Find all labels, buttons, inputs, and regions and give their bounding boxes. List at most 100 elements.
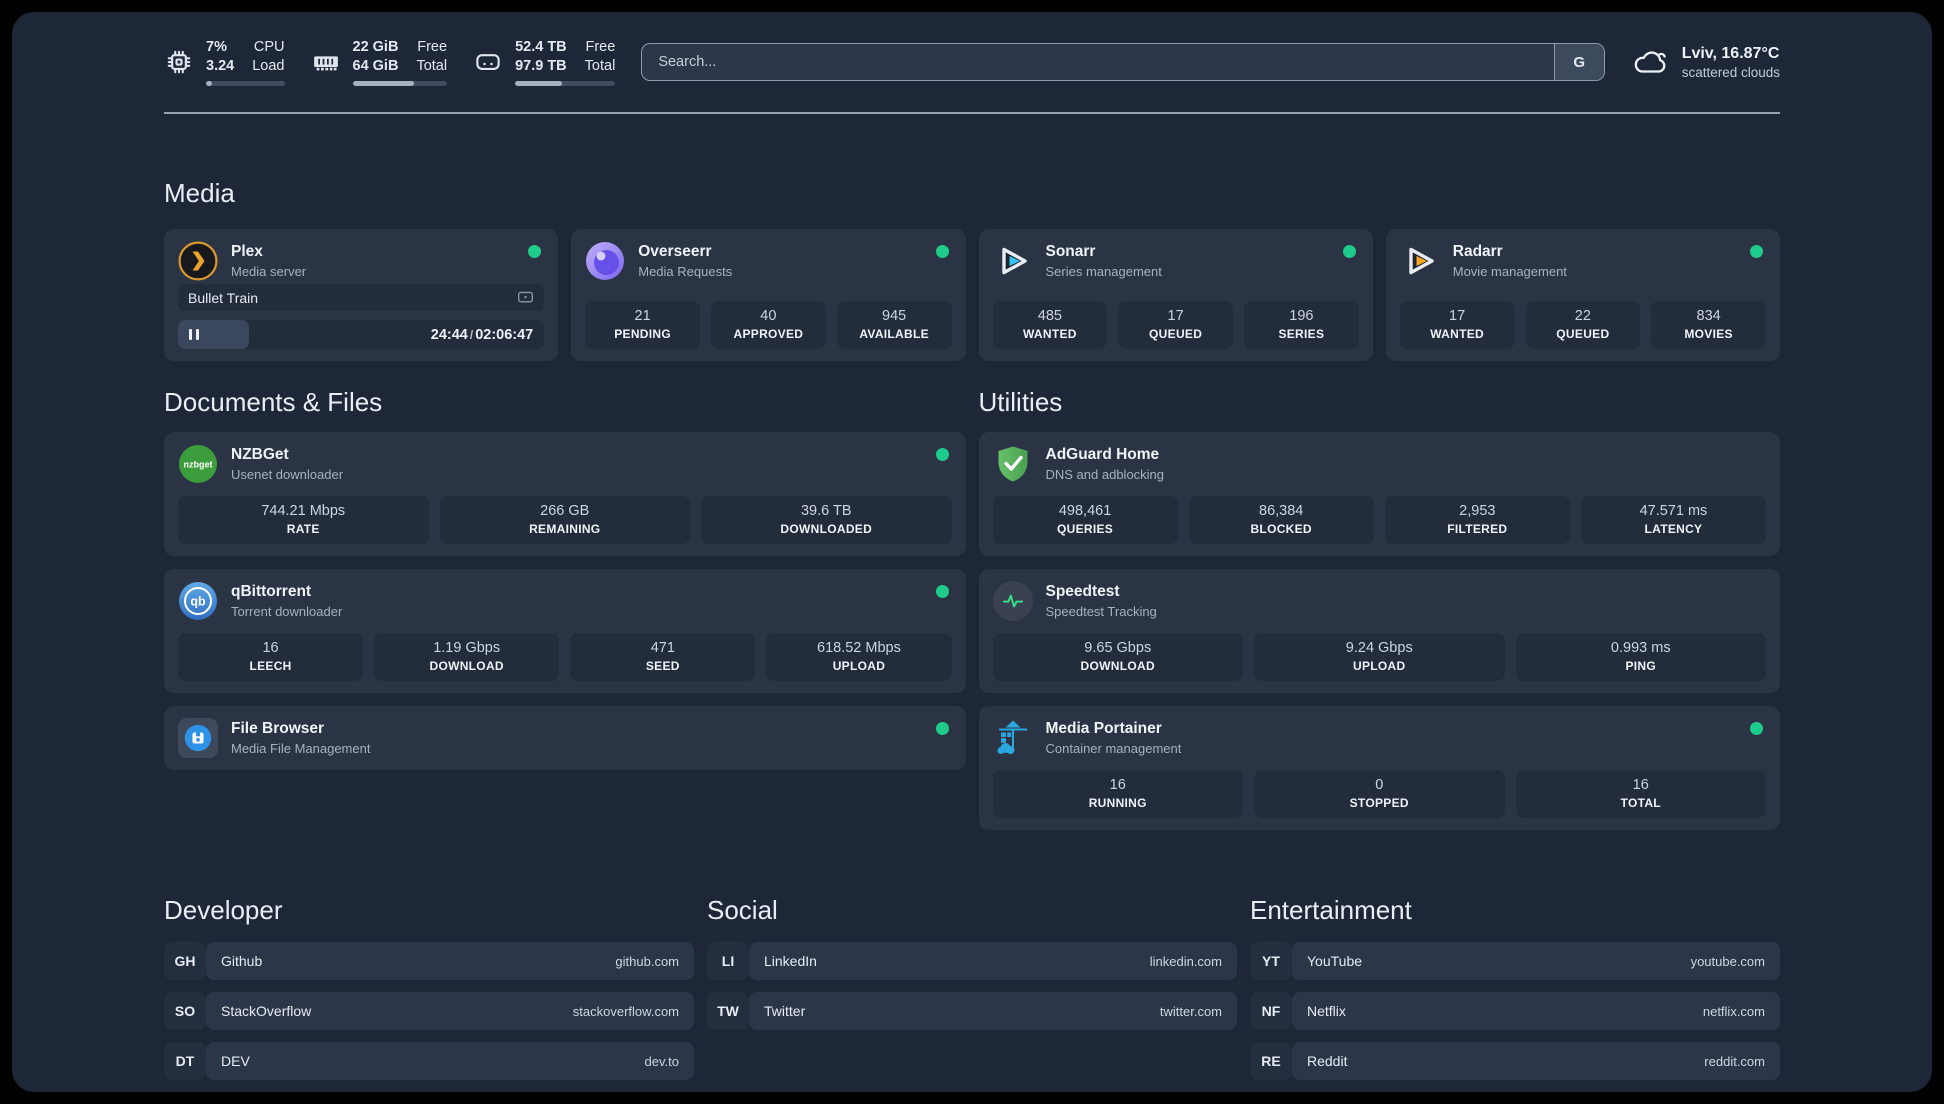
filebrowser-subtitle: Media File Management xyxy=(231,741,371,757)
speedtest-subtitle: Speedtest Tracking xyxy=(1045,604,1157,620)
portainer-icon xyxy=(993,718,1033,758)
stat-box: 0.993 ms PING xyxy=(1515,633,1766,682)
weather-widget: Lviv, 16.87°C scattered clouds xyxy=(1631,45,1780,80)
overseerr-icon xyxy=(585,241,625,281)
search-engine-button[interactable]: G xyxy=(1553,44,1604,81)
nzbget-subtitle: Usenet downloader xyxy=(231,467,344,483)
link-tag: GH xyxy=(164,942,206,981)
memory-values: 22 GiB 64 GiB xyxy=(352,39,399,75)
qbittorrent-subtitle: Torrent downloader xyxy=(231,604,343,620)
stat-box: 945 AVAILABLE xyxy=(836,301,952,350)
link-name: Reddit xyxy=(1307,1053,1348,1070)
stat-box: 22 QUEUED xyxy=(1525,301,1641,350)
overseerr-subtitle: Media Requests xyxy=(638,264,733,280)
sonarr-card[interactable]: Sonarr Series management 485 WANTED 17 Q… xyxy=(978,229,1373,362)
plex-icon xyxy=(178,241,218,281)
disk-metric: 52.4 TB 97.9 TB Free Total xyxy=(473,38,616,87)
stat-box: 485 WANTED xyxy=(992,301,1108,350)
radarr-icon xyxy=(1400,241,1440,281)
filebrowser-card[interactable]: File Browser Media File Management xyxy=(164,706,966,771)
weather-condition: scattered clouds xyxy=(1681,64,1780,80)
link-tag: NF xyxy=(1250,992,1292,1031)
link-youtube[interactable]: YT YouTube youtube.com xyxy=(1250,942,1780,981)
radarr-title: Radarr xyxy=(1452,243,1503,261)
link-netflix[interactable]: NF Netflix netflix.com xyxy=(1250,992,1780,1031)
link-stackoverflow[interactable]: SO StackOverflow stackoverflow.com xyxy=(164,992,694,1031)
playback-time: 24:44/02:06:47 xyxy=(430,326,534,343)
link-tag: SO xyxy=(164,992,206,1031)
link-name: Netflix xyxy=(1307,1003,1346,1020)
entertainment-links: Entertainment YT YouTube youtube.com NF … xyxy=(1250,895,1780,1092)
link-url: github.com xyxy=(615,953,679,969)
memory-metric: 22 GiB 64 GiB Free Total xyxy=(311,38,448,87)
svg-text:qb: qb xyxy=(190,595,206,609)
qbittorrent-status-dot xyxy=(935,585,949,599)
link-name: Github xyxy=(221,953,263,970)
sonarr-title: Sonarr xyxy=(1045,243,1096,261)
cpu-icon xyxy=(164,47,194,77)
link-twitter[interactable]: TW Twitter twitter.com xyxy=(707,992,1237,1031)
portainer-status-dot xyxy=(1750,722,1763,736)
link-url: netflix.com xyxy=(1702,1003,1765,1019)
search-input[interactable] xyxy=(642,44,1554,81)
documents-column: Documents & Files nzbget NZBGet Usenet d xyxy=(164,361,966,843)
weather-location-temp: Lviv, 16.87°C xyxy=(1681,44,1780,62)
section-title-developer: Developer xyxy=(164,895,283,926)
filebrowser-status-dot xyxy=(935,722,949,736)
qbittorrent-icon: qb xyxy=(178,581,218,621)
cpu-metric: 7% 3.24 CPU Load xyxy=(164,38,285,87)
plex-card[interactable]: Plex Media server Bullet Train 24:44 / 0… xyxy=(164,229,559,362)
nzbget-card[interactable]: nzbget NZBGet Usenet downloader 744.21 M… xyxy=(164,432,966,557)
nzbget-title: NZBGet xyxy=(231,446,289,464)
radarr-status-dot xyxy=(1750,245,1763,259)
memory-icon xyxy=(311,47,341,77)
stat-box: 16 TOTAL xyxy=(1515,770,1766,819)
plex-title: Plex xyxy=(231,243,263,261)
link-dev[interactable]: DT DEV dev.to xyxy=(164,1042,694,1081)
link-tag: DT xyxy=(164,1042,206,1081)
link-linkedin[interactable]: LI LinkedIn linkedin.com xyxy=(707,942,1237,981)
overseerr-card[interactable]: Overseerr Media Requests 21 PENDING 40 A… xyxy=(571,229,966,362)
svg-text:nzbget: nzbget xyxy=(184,460,213,470)
nzbget-status-dot xyxy=(935,448,949,462)
stat-box: 1.19 Gbps DOWNLOAD xyxy=(374,633,560,682)
link-reddit[interactable]: RE Reddit reddit.com xyxy=(1250,1042,1780,1081)
stat-box: 21 PENDING xyxy=(585,301,700,350)
overseerr-title: Overseerr xyxy=(638,243,712,261)
link-url: stackoverflow.com xyxy=(572,1003,679,1019)
filebrowser-title: File Browser xyxy=(231,720,325,738)
radarr-card[interactable]: Radarr Movie management 17 WANTED 22 QUE… xyxy=(1385,229,1780,362)
portainer-title: Media Portainer xyxy=(1045,720,1162,738)
adguard-title: AdGuard Home xyxy=(1045,446,1160,464)
stat-box: 498,461 QUERIES xyxy=(992,496,1178,545)
social-links: Social LI LinkedIn linkedin.com TW Twitt… xyxy=(707,895,1237,1092)
stat-box: 16 RUNNING xyxy=(992,770,1243,819)
stat-box: 9.65 Gbps DOWNLOAD xyxy=(992,633,1243,682)
adguard-card[interactable]: AdGuard Home DNS and adblocking 498,461 … xyxy=(978,432,1780,557)
media-cards-row: Plex Media server Bullet Train 24:44 / 0… xyxy=(164,229,1780,362)
portainer-subtitle: Container management xyxy=(1045,741,1182,757)
speedtest-card[interactable]: Speedtest Speedtest Tracking 9.65 Gbps D… xyxy=(978,569,1780,694)
stat-box: 471 SEED xyxy=(570,633,756,682)
stat-box: 16 LEECH xyxy=(178,633,364,682)
cloud-icon xyxy=(1631,47,1669,77)
section-title-utilities: Utilities xyxy=(978,387,1063,418)
qbittorrent-card[interactable]: qb qBittorrent Torrent downloader 16 LEE… xyxy=(164,569,966,694)
stat-box: 40 APPROVED xyxy=(711,301,826,350)
system-metrics: 7% 3.24 CPU Load 22 GiB 64 GiB Free Tota… xyxy=(164,38,616,87)
link-github[interactable]: GH Github github.com xyxy=(164,942,694,981)
stat-box: 618.52 Mbps UPLOAD xyxy=(766,633,952,682)
filebrowser-icon xyxy=(178,718,218,759)
sonarr-subtitle: Series management xyxy=(1045,264,1162,280)
radarr-subtitle: Movie management xyxy=(1452,264,1567,280)
stat-box: 39.6 TB DOWNLOADED xyxy=(701,496,952,545)
link-name: DEV xyxy=(221,1053,250,1070)
utilities-column: Utilities AdGuard Home DNS and adblockin… xyxy=(978,361,1780,843)
link-url: linkedin.com xyxy=(1149,953,1222,969)
link-name: YouTube xyxy=(1307,953,1363,970)
portainer-card[interactable]: Media Portainer Container management 16 … xyxy=(978,706,1780,831)
now-playing-title: Bullet Train xyxy=(188,289,259,306)
now-playing-row: Bullet Train xyxy=(178,284,545,312)
plex-status-dot xyxy=(528,245,542,259)
developer-links: Developer GH Github github.com SO StackO… xyxy=(164,895,694,1092)
